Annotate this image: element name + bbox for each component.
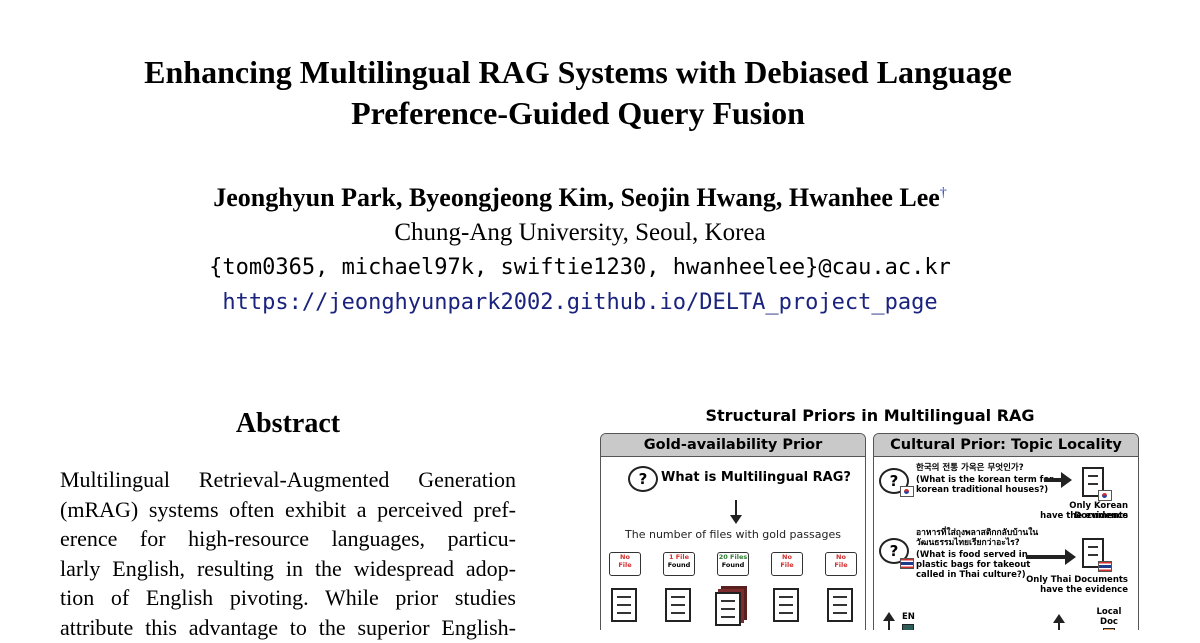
document-icon [773, 588, 799, 622]
gold-caption: The number of files with gold passages [625, 528, 841, 541]
korean-answer: have the evidence [1040, 511, 1128, 521]
tag-line: File [834, 561, 848, 569]
panel-header-cultural: Cultural Prior: Topic Locality [874, 434, 1138, 457]
bar-label-local: Doc [1100, 617, 1118, 627]
thai-question: อาหารที่ใส่ถุงพลาสติกกลับบ้านใน [916, 528, 1039, 538]
arrow-down-icon [730, 500, 742, 524]
abstract-line: tion of English pivoting. While prior st… [60, 585, 516, 611]
korean-question-translation: (What is the korean term for [916, 475, 1054, 485]
korean-question-translation: korean traditional houses?) [916, 485, 1049, 495]
abstract-line: attribute this advantage to the superior… [60, 614, 516, 640]
tag-line: File [780, 561, 794, 569]
gold-availability-panel: Gold-availability Prior ? What is Multil… [600, 433, 866, 630]
abstract-line: erence for high-resource languages, part… [60, 526, 516, 552]
korea-flag-icon [1098, 490, 1112, 501]
author-names: Jeonghyun Park, Byeongjeong Kim, Seojin … [213, 183, 940, 212]
project-page-link[interactable]: https://jeonghyunpark2002.github.io/DELT… [0, 290, 1160, 315]
arrow-right-icon [1026, 549, 1076, 565]
tag-line: Found [667, 561, 691, 569]
en-bar [902, 624, 914, 630]
bar-label-en: EN [902, 612, 915, 622]
title-line-2: Preference-Guided Query Fusion [351, 95, 805, 131]
bar-label-local: Local [1096, 607, 1122, 617]
file-tag: No File [771, 552, 803, 576]
paper-title: Enhancing Multilingual RAG Systems with … [60, 52, 1096, 134]
thai-question-translation: plastic bags for takeout [916, 560, 1031, 570]
tag-line: No [782, 553, 792, 561]
thai-question-translation: (What is food served in [916, 550, 1028, 560]
panel-header-gold: Gold-availability Prior [601, 434, 865, 457]
figure-structural-priors: Structural Priors in Multilingual RAG Go… [598, 402, 1142, 630]
figure-title: Structural Priors in Multilingual RAG [705, 406, 1035, 425]
abstract-heading: Abstract [235, 408, 341, 439]
document-stack-icon [715, 592, 741, 626]
document-icon [665, 588, 691, 622]
abstract-body: Multilingual Retrieval-Augmented Generat… [60, 465, 516, 643]
file-tag: No File [609, 552, 641, 576]
abstract-line: Multilingual Retrieval-Augmented Generat… [60, 467, 516, 492]
corresponding-author-mark: † [939, 185, 947, 201]
cultural-prior-panel: Cultural Prior: Topic Locality ? 한국의 전통 … [873, 433, 1139, 630]
tag-line: No [620, 553, 630, 561]
tag-line: 20 Files [718, 553, 748, 561]
tag-line: 1 File [668, 553, 690, 561]
thai-answer: have the evidence [1040, 585, 1128, 595]
document-icon [827, 588, 853, 622]
arrow-up-icon [1058, 622, 1060, 630]
tag-line: No [836, 553, 846, 561]
author-list: Jeonghyun Park, Byeongjeong Kim, Seojin … [0, 183, 1160, 213]
arrow-right-icon [1044, 472, 1072, 488]
document-icon [611, 588, 637, 622]
korea-flag-icon [900, 486, 914, 497]
thailand-flag-icon [1098, 561, 1112, 572]
abstract-line: (mRAG) systems often exhibit a perceived… [60, 496, 516, 522]
affiliation: Chung-Ang University, Seoul, Korea [394, 219, 766, 246]
arrow-up-icon [888, 620, 890, 630]
file-tag: 1 File Found [663, 552, 695, 576]
tag-line: File [618, 561, 632, 569]
question-bubble-icon: ? [628, 466, 658, 492]
korean-question: 한국의 전통 가옥은 무엇인가? [916, 463, 1024, 473]
file-tag: 20 Files Found [717, 552, 749, 576]
left-question: What is Multilingual RAG? [661, 470, 851, 485]
thai-question: วัฒนธรรมไทยเรียกว่าอะไร? [916, 538, 1020, 548]
abstract-line: larly English, resulting in the widespre… [60, 555, 516, 581]
tag-line: Found [721, 561, 745, 569]
thailand-flag-icon [900, 558, 914, 569]
title-line-1: Enhancing Multilingual RAG Systems with … [144, 54, 1012, 90]
file-tag: No File [825, 552, 857, 576]
author-emails: {tom0365, michael97k, swiftie1230, hwanh… [209, 255, 951, 280]
thai-answer: Only Thai Documents [1026, 575, 1128, 585]
thai-question-translation: called in Thai culture?) [916, 570, 1026, 580]
